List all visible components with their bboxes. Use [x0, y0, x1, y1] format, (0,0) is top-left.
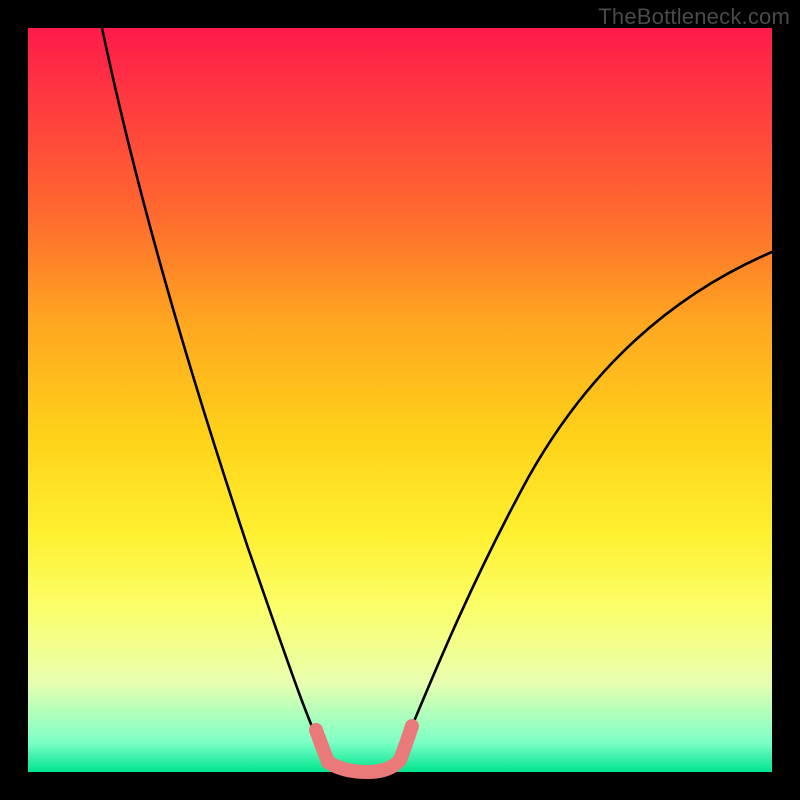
- curve-left-branch: [102, 28, 326, 758]
- chart-frame: TheBottleneck.com: [0, 0, 800, 800]
- marker-bottom-arc: [328, 760, 400, 772]
- watermark-text: TheBottleneck.com: [598, 4, 790, 30]
- curve-right-branch: [400, 252, 772, 755]
- marker-right-tail: [400, 726, 412, 760]
- chart-plot-area: [28, 28, 772, 772]
- chart-overlay: [28, 28, 772, 772]
